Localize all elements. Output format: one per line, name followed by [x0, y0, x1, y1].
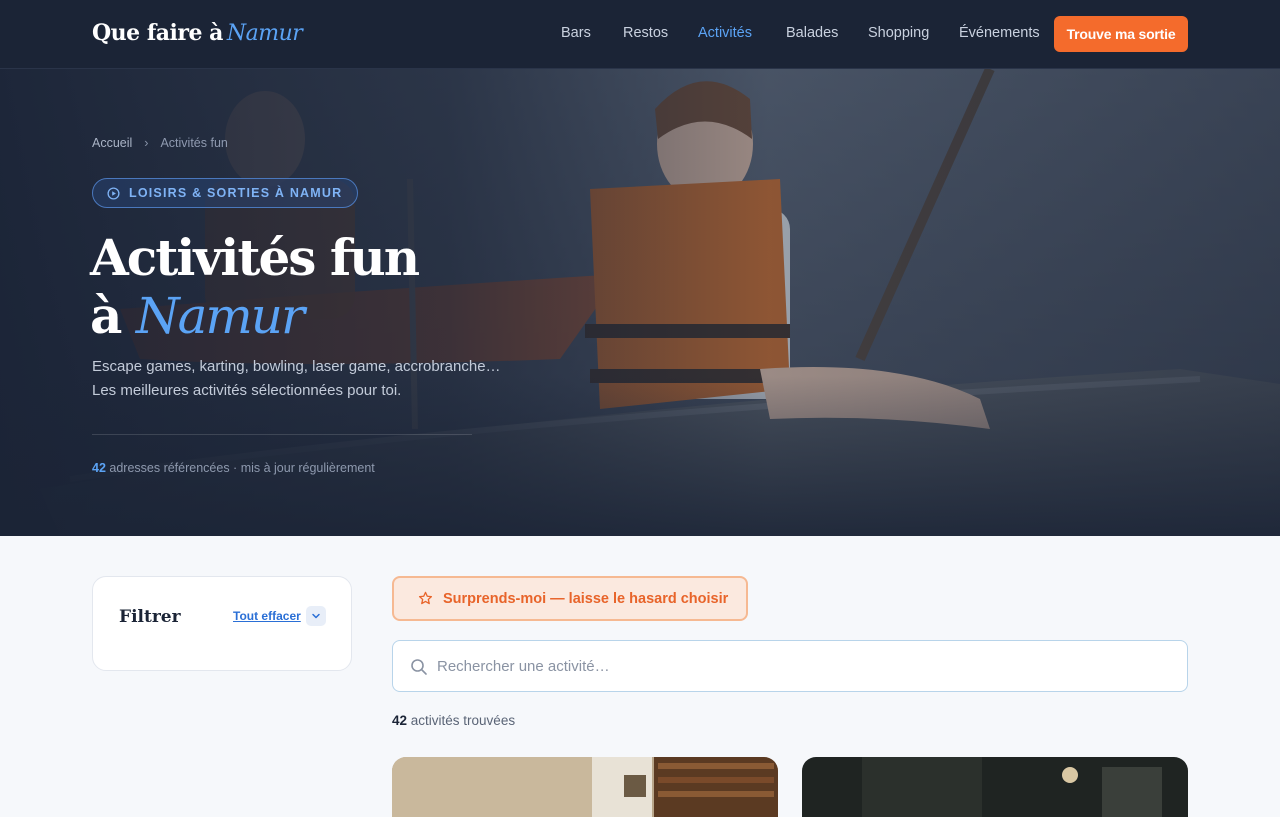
surprise-me-label: Surprends-moi — laisse le hasard choisir — [443, 590, 729, 607]
title-line-2-accent: Namur — [135, 287, 305, 345]
filter-toggle-button[interactable] — [306, 606, 326, 626]
search-bar — [392, 640, 1188, 692]
breadcrumb-home[interactable]: Accueil — [92, 136, 132, 150]
page-title: Activités fun à Namur — [90, 228, 420, 346]
breadcrumb: Accueil › Activités fun — [92, 136, 228, 150]
search-input[interactable] — [437, 641, 1177, 691]
activity-card[interactable] — [392, 757, 778, 817]
activity-card[interactable] — [802, 757, 1188, 817]
address-count-number: 42 — [92, 461, 106, 475]
hero-divider — [92, 434, 472, 435]
search-icon — [411, 659, 427, 675]
nav-link-evenements[interactable]: Événements — [959, 25, 1040, 41]
hero-subtitle-line-1: Escape games, karting, bowling, laser ga… — [92, 358, 501, 375]
nav-link-shopping[interactable]: Shopping — [868, 25, 929, 41]
play-circle-icon — [107, 186, 120, 200]
logo-text: Que faire à — [92, 20, 223, 46]
star-icon — [418, 591, 433, 605]
title-line-2-prefix: à — [90, 286, 122, 345]
nav-link-bars[interactable]: Bars — [561, 25, 591, 41]
chevron-right-icon: › — [144, 136, 149, 150]
filter-panel: Filtrer Tout effacer — [92, 576, 352, 671]
result-count: 42 activités trouvées — [392, 713, 515, 728]
hero-subtitle: Escape games, karting, bowling, laser ga… — [92, 355, 512, 403]
result-count-text: activités trouvées — [407, 713, 516, 728]
filter-title: Filtrer — [119, 607, 181, 627]
title-line-1: Activités fun — [90, 228, 420, 287]
activity-card-image — [392, 757, 778, 817]
top-navbar: Que faire à Namur Bars Restos Activités B… — [0, 0, 1280, 69]
breadcrumb-current: Activités fun — [160, 136, 228, 150]
surprise-me-button[interactable]: Surprends-moi — laisse le hasard choisir — [392, 576, 748, 621]
badge-label: LOISIRS & SORTIES À NAMUR — [129, 186, 343, 200]
category-badge: LOISIRS & SORTIES À NAMUR — [92, 178, 359, 208]
hero-section: Accueil › Activités fun LOISIRS & SORTIES … — [0, 69, 1280, 536]
clear-filters-link[interactable]: Tout effacer — [233, 609, 301, 623]
hero-subtitle-line-2: Les meilleures activités sélectionnées p… — [92, 382, 402, 399]
site-logo[interactable]: Que faire à Namur — [92, 20, 303, 46]
address-count: 42 adresses référencées · mis à jour rég… — [92, 461, 375, 475]
result-count-number: 42 — [392, 713, 408, 728]
nav-link-activites[interactable]: Activités — [698, 25, 752, 41]
logo-accent: Namur — [226, 21, 303, 46]
activity-card-image — [802, 757, 1188, 817]
find-outing-button[interactable]: Trouve ma sortie — [1054, 16, 1188, 52]
nav-link-balades[interactable]: Balades — [786, 25, 838, 41]
nav-link-restos[interactable]: Restos — [623, 25, 668, 41]
address-count-text: adresses référencées · mis à jour réguli… — [105, 461, 375, 475]
chevron-down-icon — [312, 613, 320, 619]
